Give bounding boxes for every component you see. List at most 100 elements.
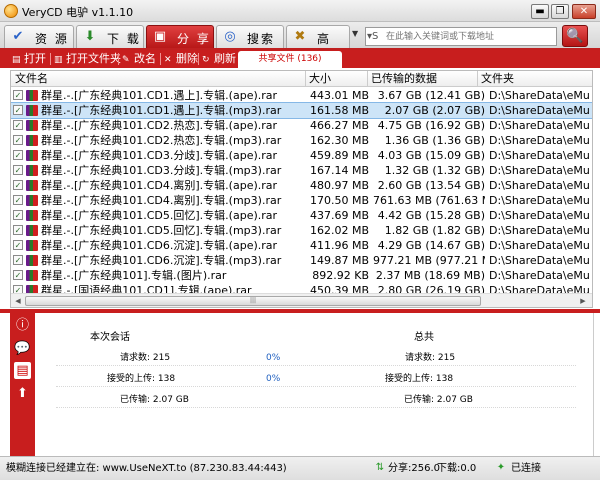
tab-download[interactable]: ⬇ 下 载 xyxy=(76,25,144,48)
table-row[interactable]: ✓ 群星.-.[广东经典101.CD6.沉淀].专辑.(mp3).rar 149.8… xyxy=(11,253,592,268)
chevron-down-icon[interactable]: ▼ xyxy=(352,29,362,43)
row-checkbox[interactable]: ✓ xyxy=(13,150,23,160)
row-checkbox[interactable]: ✓ xyxy=(13,105,23,115)
row-checkbox[interactable]: ✓ xyxy=(13,195,23,205)
share-toolbar: ▤ 打开 ▥ 打开文件夹 ✎ 改名 ✕ 删除 ↻ 刷新 共享文件 (136) xyxy=(0,50,600,68)
table-row[interactable]: ✓ 群星.-.[广东经典101.CD2.热恋].专辑.(mp3).rar 162.3… xyxy=(11,133,592,148)
toolbar-divider xyxy=(118,53,119,65)
statistics-panel: 本次会话 总共 请求数: 215 0% 请求数: 215 接受的上传: 138 … xyxy=(36,313,594,456)
search-type-icon[interactable]: ▾S xyxy=(367,29,385,44)
file-transferred: 977.21 MB (977.21 MB) xyxy=(373,254,485,267)
file-transferred: 2.60 GB (13.54 GB) xyxy=(377,179,485,192)
file-size: 466.27 MB xyxy=(309,119,369,132)
file-name: 群星.-.[广东经典101.CD4.离别].专辑.(ape).rar xyxy=(41,179,278,192)
table-row[interactable]: ✓ 群星.-.[广东经典101.CD5.回忆].专辑.(ape).rar 437.6… xyxy=(11,208,592,223)
search-input[interactable] xyxy=(386,29,554,44)
column-divider[interactable] xyxy=(305,71,306,87)
file-size: 167.14 MB xyxy=(309,164,369,177)
upload-rate: 分享:256.0 xyxy=(388,463,440,474)
table-row[interactable]: ✓ 群星.-.[广东经典101.CD2.热恋].专辑.(ape).rar 466.2… xyxy=(11,118,592,133)
file-folder: D:\ShareData\eMule xyxy=(489,254,589,267)
close-button[interactable]: ✕ xyxy=(572,4,596,19)
column-header-size[interactable]: 大小 xyxy=(309,72,331,86)
statistics-icon[interactable]: ▤ xyxy=(14,362,31,379)
scroll-left-icon[interactable]: ◀ xyxy=(12,295,24,307)
left-panel-strip: ⓘ 💬 ▤ ⬆ xyxy=(10,313,35,456)
row-checkbox[interactable]: ✓ xyxy=(13,270,23,280)
scroll-right-icon[interactable]: ▶ xyxy=(577,295,589,307)
rar-file-icon xyxy=(26,120,38,131)
row-checkbox[interactable]: ✓ xyxy=(13,135,23,145)
table-row[interactable]: ✓ 群星.-.[广东经典101.CD1.遇上].专辑.(ape).rar 443.0… xyxy=(11,88,592,103)
tab-search[interactable]: ◎ 搜索 xyxy=(216,25,284,48)
total-title: 总共 xyxy=(414,332,434,343)
delete-button[interactable]: ✕ 删除 xyxy=(164,52,198,66)
refresh-icon: ↻ xyxy=(202,55,210,65)
resource-icon: ✔ xyxy=(12,29,24,44)
row-checkbox[interactable]: ✓ xyxy=(13,165,23,175)
file-size: 459.89 MB xyxy=(309,149,369,162)
column-header-transferred[interactable]: 已传输的数据 xyxy=(371,72,437,86)
search-button[interactable]: 🔍 xyxy=(562,25,588,47)
magnifier-icon: 🔍 xyxy=(566,28,584,44)
tab-resources[interactable]: ✔ 资 源 xyxy=(4,25,74,48)
connected-label: 已连接 xyxy=(511,463,541,474)
row-divider xyxy=(56,407,576,408)
row-checkbox[interactable]: ✓ xyxy=(13,180,23,190)
open-label: 打开 xyxy=(24,52,46,65)
file-size: 162.02 MB xyxy=(309,224,369,237)
table-row[interactable]: ✓ 群星.-.[广东经典101.CD3.分歧].专辑.(mp3).rar 167.1… xyxy=(11,163,592,178)
file-folder: D:\ShareData\eMule xyxy=(489,179,589,192)
minimize-button[interactable]: ▬ xyxy=(531,4,549,19)
maximize-button[interactable]: ❐ xyxy=(551,4,569,19)
folder-icon: ▤ xyxy=(12,55,21,65)
transfer-arrows-icon: ⇅ xyxy=(375,462,385,473)
table-row[interactable]: ✓ 群星.-.[广东经典101.CD4.离别].专辑.(ape).rar 480.9… xyxy=(11,178,592,193)
info-icon[interactable]: ⓘ xyxy=(14,317,31,334)
file-size: 170.50 MB xyxy=(309,194,369,207)
title-bar: VeryCD 电驴 v1.1.10 ▬ ❐ ✕ xyxy=(0,0,600,22)
refresh-button[interactable]: ↻ 刷新 xyxy=(202,52,236,66)
table-row[interactable]: ✓ 群星.-.[广东经典101.CD5.回忆].专辑.(mp3).rar 162.0… xyxy=(11,223,592,238)
table-row[interactable]: ✓ 群星.-.[广东经典101.CD4.离别].专辑.(mp3).rar 170.5… xyxy=(11,193,592,208)
scrollbar-thumb[interactable]: ||| xyxy=(25,296,481,306)
tab-search-label: 搜索 xyxy=(247,32,276,46)
file-size: 161.58 MB xyxy=(309,104,369,117)
row-checkbox[interactable]: ✓ xyxy=(13,90,23,100)
file-folder: D:\ShareData\eMule xyxy=(489,224,589,237)
row-checkbox[interactable]: ✓ xyxy=(13,120,23,130)
tab-shared-files[interactable]: 共享文件 (136) xyxy=(238,51,342,68)
tab-share[interactable]: ▣ 分 享 xyxy=(146,25,214,48)
session-title: 本次会话 xyxy=(90,332,130,343)
upload-arrow-icon[interactable]: ⬆ xyxy=(14,385,31,402)
row-divider xyxy=(56,365,576,366)
delete-icon: ✕ xyxy=(164,55,172,65)
rename-button[interactable]: ✎ 改名 xyxy=(122,52,156,66)
file-transferred: 2.07 GB (2.07 GB) xyxy=(384,104,485,117)
open-button[interactable]: ▤ 打开 xyxy=(12,52,46,66)
table-row[interactable]: ✓ 群星.-.[广东经典101.CD1.遇上].专辑.(mp3).rar 161.5… xyxy=(11,102,592,119)
file-name: 群星.-.[广东经典101.CD6.沉淀].专辑.(mp3).rar xyxy=(41,254,282,267)
row-checkbox[interactable]: ✓ xyxy=(13,210,23,220)
table-row[interactable]: ✓ 群星.-.[广东经典101.CD3.分歧].专辑.(ape).rar 459.8… xyxy=(11,148,592,163)
table-row[interactable]: ✓ 群星.-.[广东经典101].专辑.(图片).rar 892.92 KB 2.37… xyxy=(11,268,592,283)
file-name: 群星.-.[广东经典101.CD1.遇上].专辑.(ape).rar xyxy=(41,89,278,102)
row-checkbox[interactable]: ✓ xyxy=(13,225,23,235)
column-divider[interactable] xyxy=(367,71,368,87)
row-checkbox[interactable]: ✓ xyxy=(13,255,23,265)
tab-advanced[interactable]: ✖ 高 级 xyxy=(286,25,350,63)
file-folder: D:\ShareData\eMule xyxy=(489,89,589,102)
file-name: 群星.-.[广东经典101.CD1.遇上].专辑.(mp3).rar xyxy=(41,104,282,117)
column-header-name[interactable]: 文件名 xyxy=(15,72,48,86)
column-divider[interactable] xyxy=(477,71,478,87)
table-row[interactable]: ✓ 群星.-.[广东经典101.CD6.沉淀].专辑.(ape).rar 411.9… xyxy=(11,238,592,253)
horizontal-scrollbar[interactable]: ◀ ||| ▶ xyxy=(11,293,592,307)
open-folder-icon: ▥ xyxy=(54,55,63,65)
row-checkbox[interactable]: ✓ xyxy=(13,240,23,250)
rar-file-icon xyxy=(26,255,38,266)
open-folder-button[interactable]: ▥ 打开文件夹 xyxy=(54,52,121,66)
column-header-folder[interactable]: 文件夹 xyxy=(481,72,514,86)
chat-icon[interactable]: 💬 xyxy=(14,340,31,357)
rar-file-icon xyxy=(26,105,38,116)
session-accepted-uploads: 接受的上传: 138 xyxy=(107,374,176,384)
